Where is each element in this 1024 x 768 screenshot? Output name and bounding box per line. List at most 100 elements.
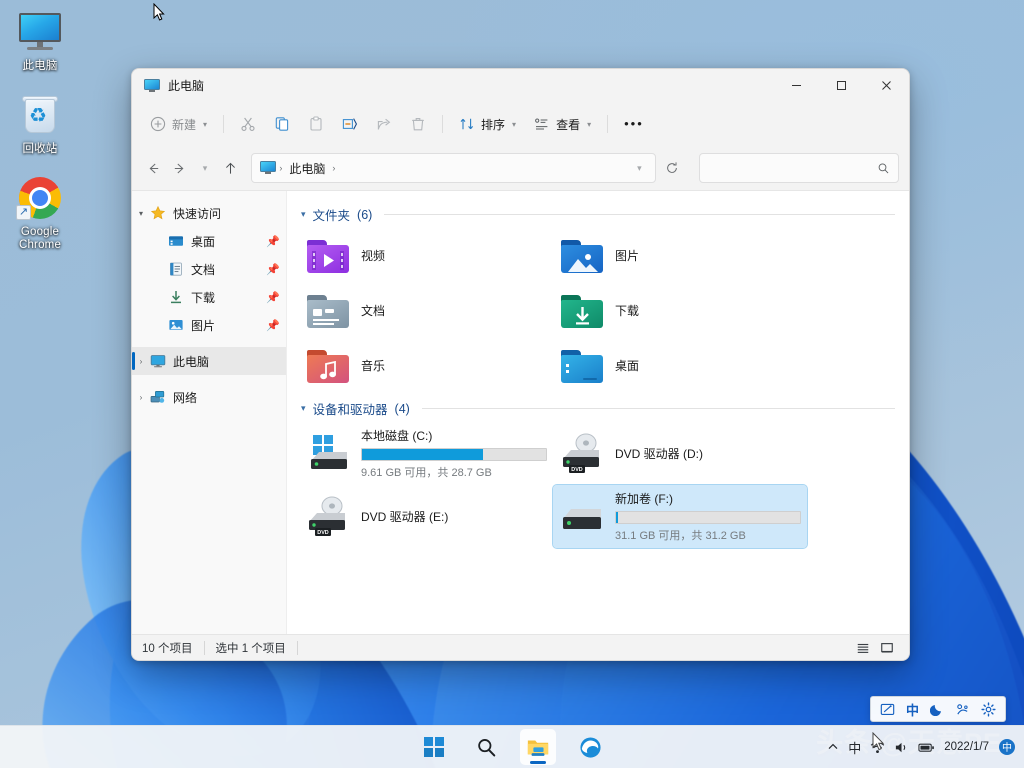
chevron-down-icon[interactable]: ▾	[301, 209, 306, 220]
file-explorer-icon	[526, 735, 550, 759]
chevron-right-icon[interactable]: ›	[132, 357, 150, 366]
copy-button[interactable]	[266, 108, 298, 140]
chevron-right-icon[interactable]: ›	[132, 393, 150, 402]
rename-button[interactable]	[334, 108, 366, 140]
share-icon	[376, 116, 392, 132]
drive-name: DVD 驱动器 (D:)	[615, 445, 801, 462]
chevron-down-icon: ▾	[512, 120, 516, 129]
chevron-down-icon[interactable]: ▾	[301, 403, 306, 414]
battery-tray-icon[interactable]	[918, 741, 935, 754]
monitor-icon	[150, 353, 166, 369]
taskbar: 中 2022/1/7 中	[0, 725, 1024, 768]
desktop-icon-recycle-bin[interactable]: ♻ 回收站	[0, 91, 80, 156]
sidebar-item-this-pc[interactable]: › 此电脑	[132, 347, 286, 375]
delete-button[interactable]	[402, 108, 434, 140]
desktop-icon-this-pc[interactable]: 此电脑	[0, 8, 80, 73]
pin-icon[interactable]: 📌	[266, 291, 278, 304]
taskbar-clock[interactable]: 2022/1/7	[944, 741, 989, 754]
share-button[interactable]	[368, 108, 400, 140]
view-icon	[534, 116, 550, 132]
folder-item[interactable]: 图片	[553, 228, 807, 283]
tray-overflow-chevron-icon[interactable]	[827, 741, 839, 753]
notification-center-icon[interactable]: 中	[998, 738, 1016, 756]
cut-button[interactable]	[232, 108, 264, 140]
new-button[interactable]: 新建 ▾	[142, 108, 215, 140]
folder-item[interactable]: 视频	[299, 228, 553, 283]
pin-icon[interactable]: 📌	[266, 263, 278, 276]
sort-button-label: 排序	[481, 116, 505, 133]
folder-item[interactable]: 文档	[299, 283, 553, 338]
up-button[interactable]	[219, 153, 243, 183]
tablet-mode-icon[interactable]	[880, 702, 895, 717]
drive-item-selected[interactable]: 新加卷 (F:) 31.1 GB 可用，共 31.2 GB	[553, 485, 807, 548]
drive-item[interactable]: 本地磁盘 (C:) 9.61 GB 可用，共 28.7 GB	[299, 422, 553, 485]
forward-button[interactable]	[168, 153, 192, 183]
drive-item[interactable]: DVD DVD 驱动器 (E:)	[299, 485, 553, 548]
refresh-button[interactable]	[660, 153, 684, 183]
windows-drive-icon	[305, 431, 351, 477]
address-dropdown-button[interactable]: ▾	[625, 155, 653, 181]
sidebar-item-pictures[interactable]: 图片 📌	[132, 311, 286, 339]
recent-locations-button[interactable]: ▾	[193, 153, 217, 183]
view-button[interactable]: 查看 ▾	[526, 108, 599, 140]
drive-info: 新加卷 (F:) 31.1 GB 可用，共 31.2 GB	[615, 490, 801, 543]
search-taskbar-button[interactable]	[468, 729, 504, 765]
drive-usage-bar	[615, 511, 801, 524]
start-button[interactable]	[416, 729, 452, 765]
sidebar-item-documents[interactable]: 文档 📌	[132, 255, 286, 283]
address-bar[interactable]: › 此电脑 › ▾	[251, 153, 656, 183]
ime-indicator-icon[interactable]: 中	[906, 700, 919, 719]
desktop-icon-label: 此电脑	[22, 60, 57, 73]
documents-folder-icon	[305, 288, 351, 334]
pin-icon[interactable]: 📌	[266, 319, 278, 332]
moon-icon[interactable]	[930, 702, 944, 716]
folder-item[interactable]: 桌面	[553, 338, 807, 393]
group-header-drives[interactable]: ▾ 设备和驱动器 (4)	[301, 399, 895, 418]
volume-tray-icon[interactable]	[894, 740, 909, 755]
group-header-folders[interactable]: ▾ 文件夹 (6)	[301, 205, 895, 224]
details-view-button[interactable]	[851, 638, 875, 658]
status-divider	[297, 641, 298, 655]
folder-item[interactable]: 下载	[553, 283, 807, 338]
desktop-icon-label: 回收站	[22, 143, 57, 156]
search-input[interactable]	[708, 161, 877, 175]
file-explorer-window: 此电脑 新建 ▾	[131, 68, 910, 661]
item-count-label: 10 个项目	[142, 640, 204, 656]
pictures-icon	[168, 317, 184, 333]
folder-name: 下载	[615, 302, 639, 319]
network-tray-icon[interactable]	[870, 740, 885, 755]
desktop-icon-google-chrome[interactable]: ↗ Google Chrome	[0, 174, 80, 252]
minimize-button[interactable]	[774, 69, 819, 102]
sidebar-label: 快速访问	[173, 205, 266, 222]
sound-icon[interactable]	[955, 702, 970, 717]
large-icons-view-button[interactable]	[875, 638, 899, 658]
sidebar-label: 图片	[191, 317, 266, 334]
breadcrumb-item-this-pc[interactable]: 此电脑	[285, 158, 329, 179]
ime-taskbar-indicator[interactable]: 中	[848, 738, 861, 757]
sidebar-item-network[interactable]: › 网络	[132, 383, 286, 411]
more-options-button[interactable]: •••	[616, 108, 652, 140]
desktop-icon-label: Google Chrome	[19, 226, 61, 252]
network-icon	[150, 389, 166, 405]
search-box[interactable]	[699, 153, 899, 183]
pin-icon[interactable]: 📌	[266, 235, 278, 248]
chevron-down-icon[interactable]: ▾	[132, 209, 150, 218]
sidebar-item-desktop[interactable]: 桌面 📌	[132, 227, 286, 255]
sidebar-item-quick-access[interactable]: ▾ 快速访问	[132, 199, 286, 227]
taskbar-date: 2022/1/7	[944, 741, 989, 753]
sidebar-label: 桌面	[191, 233, 266, 250]
sort-button[interactable]: 排序 ▾	[451, 108, 524, 140]
back-button[interactable]	[142, 153, 166, 183]
folder-name: 桌面	[615, 357, 639, 374]
drive-item[interactable]: DVD DVD 驱动器 (D:)	[553, 422, 807, 485]
windows-logo-icon	[423, 736, 445, 758]
close-button[interactable]	[864, 69, 909, 102]
videos-folder-icon	[305, 233, 351, 279]
sidebar-item-downloads[interactable]: 下载 📌	[132, 283, 286, 311]
folder-item[interactable]: 音乐	[299, 338, 553, 393]
settings-gear-icon[interactable]	[981, 702, 996, 717]
file-explorer-taskbar-button[interactable]	[520, 729, 556, 765]
paste-button[interactable]	[300, 108, 332, 140]
edge-taskbar-button[interactable]	[572, 729, 608, 765]
maximize-button[interactable]	[819, 69, 864, 102]
